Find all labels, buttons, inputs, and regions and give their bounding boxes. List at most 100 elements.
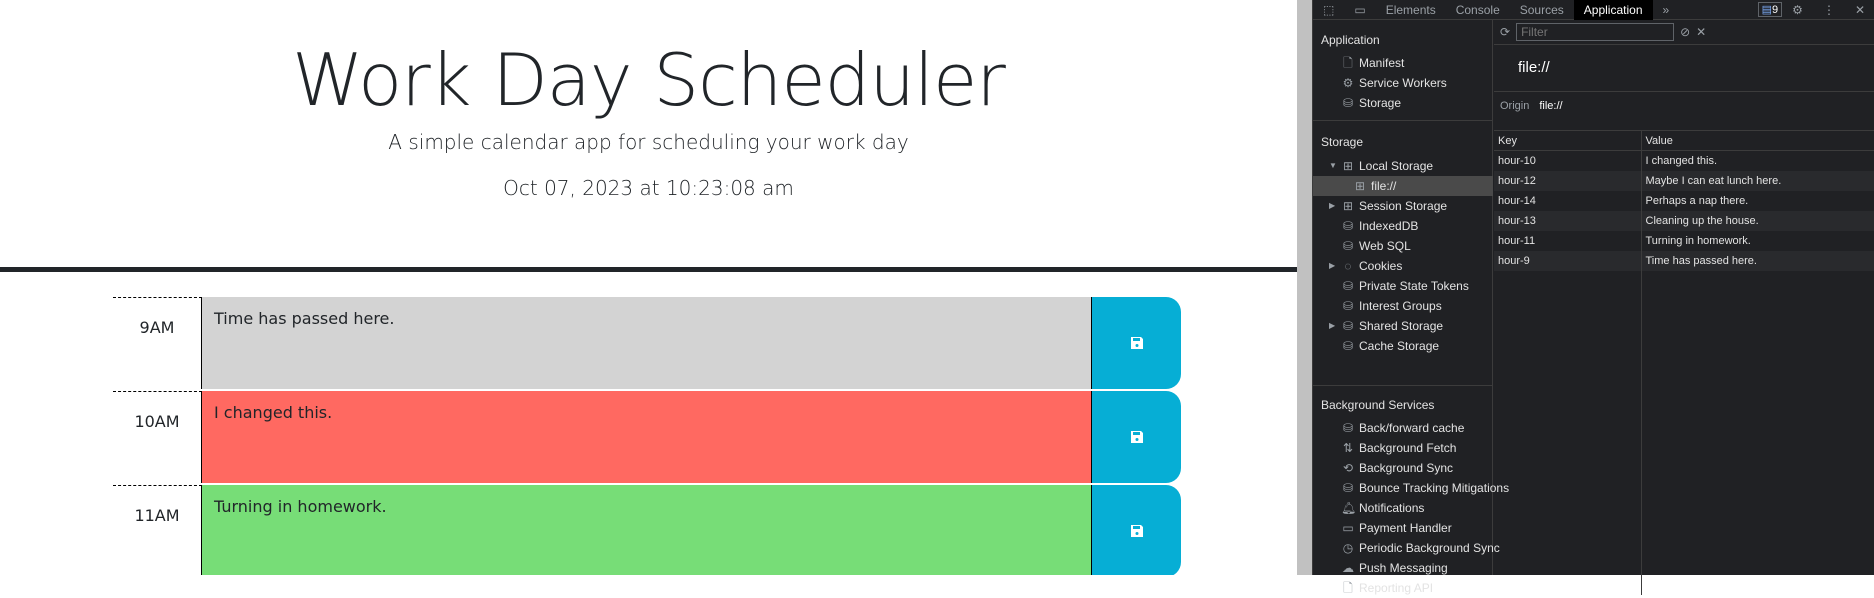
delete-selected-icon[interactable]: ✕ <box>1696 25 1706 39</box>
sidebar-item-manifest[interactable]: 🗋 Manifest <box>1341 53 1493 73</box>
sidebar-item-reporting-api[interactable]: 🗋 Reporting API <box>1341 578 1493 598</box>
sidebar-item-payment-handler[interactable]: ▭ Payment Handler <box>1341 518 1493 538</box>
sidebar-item-back-forward-cache[interactable]: ⛁ Back/forward cache <box>1341 418 1493 438</box>
filter-input[interactable] <box>1516 23 1675 41</box>
tab-elements[interactable]: Elements <box>1376 0 1446 20</box>
expand-arrow-icon[interactable]: ▶ <box>1329 196 1335 216</box>
sidebar-item-icon: ⊞ <box>1354 179 1366 193</box>
sidebar-item-icon: 🔔︎ <box>1341 501 1357 515</box>
sidebar-item-icon: ⛁ <box>1342 481 1354 495</box>
key-cell[interactable]: hour-10 <box>1494 150 1642 171</box>
inspect-icon[interactable]: ⬚ <box>1313 0 1344 20</box>
table-row[interactable]: hour-9 Time has passed here. <box>1494 250 1874 271</box>
sidebar-item-session-storage[interactable]: ▶ ⊞ Session Storage <box>1329 196 1493 216</box>
save-icon <box>1130 431 1143 443</box>
clear-all-icon[interactable]: ⊘ <box>1680 25 1690 39</box>
sidebar-item-notifications[interactable]: 🔔︎ Notifications <box>1341 498 1493 518</box>
sidebar-item-icon: ⛁ <box>1342 299 1354 313</box>
sidebar-item-bounce-tracking-mitigations[interactable]: ⛁ Bounce Tracking Mitigations <box>1341 478 1509 498</box>
sidebar-item-icon: ⇅ <box>1342 441 1354 455</box>
event-textarea[interactable]: Turning in homework. <box>202 485 1092 575</box>
sidebar-item-icon: ⊞ <box>1342 159 1354 173</box>
sidebar-item-periodic-background-sync[interactable]: ◷ Periodic Background Sync <box>1341 538 1500 558</box>
key-cell[interactable]: hour-11 <box>1494 230 1642 251</box>
divider <box>1313 385 1493 386</box>
key-cell[interactable]: hour-12 <box>1494 170 1642 191</box>
sidebar-item-icon: ⛁ <box>1342 279 1354 293</box>
value-cell[interactable]: Turning in homework. <box>1641 230 1874 251</box>
sidebar-item-cache-storage[interactable]: ⛁ Cache Storage <box>1341 336 1493 356</box>
sidebar-item-background-sync[interactable]: ⟲ Background Sync <box>1341 458 1493 478</box>
column-header-value[interactable]: Value <box>1641 130 1874 151</box>
sidebar-item-file[interactable]: ⊞ file:// <box>1313 176 1493 196</box>
event-textarea[interactable]: Time has passed here. <box>202 297 1092 389</box>
sidebar-item-icon: ⟲ <box>1342 461 1354 475</box>
event-textarea[interactable]: I changed this. <box>202 391 1092 483</box>
value-cell[interactable]: Perhaps a nap there. <box>1641 190 1874 211</box>
expand-arrow-icon[interactable]: ▶ <box>1329 316 1335 336</box>
table-row[interactable]: hour-10 I changed this. <box>1494 150 1874 171</box>
issues-icon: ▤ <box>1761 4 1773 16</box>
expand-arrow-icon[interactable]: ▶ <box>1329 256 1335 276</box>
time-block: 11AM Turning in homework. <box>113 485 1181 575</box>
close-icon[interactable]: ✕ <box>1845 0 1874 20</box>
save-button[interactable] <box>1092 485 1181 575</box>
sidebar-item-icon: ▭ <box>1342 521 1354 535</box>
settings-icon[interactable]: ⚙ <box>1782 0 1813 20</box>
key-cell[interactable]: hour-13 <box>1494 210 1642 231</box>
time-block: 10AM I changed this. <box>113 391 1181 483</box>
hour-label: 10AM <box>113 391 202 483</box>
value-cell[interactable]: I changed this. <box>1641 150 1874 171</box>
hour-label: 11AM <box>113 485 202 575</box>
sidebar-item-interest-groups[interactable]: ⛁ Interest Groups <box>1341 296 1493 316</box>
table-row[interactable]: hour-12 Maybe I can eat lunch here. <box>1494 170 1874 191</box>
column-header-key[interactable]: Key <box>1494 130 1642 151</box>
key-cell[interactable]: hour-9 <box>1494 250 1642 271</box>
page-scrollbar[interactable] <box>1297 0 1312 575</box>
table-row[interactable]: hour-11 Turning in homework. <box>1494 230 1874 251</box>
section-heading-background-services: Background Services <box>1321 398 1435 412</box>
save-button[interactable] <box>1092 297 1181 389</box>
tab-console[interactable]: Console <box>1446 0 1510 20</box>
sidebar-item-service-workers[interactable]: ⚙ Service Workers <box>1341 73 1493 93</box>
section-heading-storage: Storage <box>1321 135 1364 149</box>
device-toggle-icon[interactable]: ▭ <box>1344 0 1375 20</box>
sidebar-item-icon: ⛁ <box>1342 339 1354 353</box>
sidebar-item-icon: ⛁ <box>1342 96 1354 110</box>
sidebar-item-cookies[interactable]: ▶ ◌ Cookies <box>1329 256 1493 276</box>
sidebar-item-shared-storage[interactable]: ▶ ⛁ Shared Storage <box>1329 316 1493 336</box>
local-storage-table: Key Value hour-10 I changed this. hour-12 Ma… <box>1494 130 1874 271</box>
tab-sources[interactable]: Sources <box>1510 0 1574 20</box>
sidebar-item-icon: ☁ <box>1342 561 1354 575</box>
key-cell[interactable]: hour-14 <box>1494 190 1642 211</box>
more-options-icon[interactable]: ⋮ <box>1813 0 1845 20</box>
header-divider <box>0 267 1297 272</box>
devtools-tabbar: ⬚ ▭ Elements Console Sources Application… <box>1313 0 1874 20</box>
sidebar-item-local-storage[interactable]: ▼ ⊞ Local Storage <box>1329 156 1493 176</box>
sidebar-item-icon: ◷ <box>1342 541 1354 555</box>
table-row[interactable]: hour-13 Cleaning up the house. <box>1494 210 1874 231</box>
hour-label: 9AM <box>113 297 202 389</box>
sidebar-item-background-fetch[interactable]: ⇅ Background Fetch <box>1341 438 1493 458</box>
sidebar-item-storage[interactable]: ⛁ Storage <box>1341 93 1493 113</box>
save-button[interactable] <box>1092 391 1181 483</box>
more-tabs-icon[interactable]: » <box>1653 0 1680 20</box>
value-cell[interactable]: Cleaning up the house. <box>1641 210 1874 231</box>
tab-application[interactable]: Application <box>1573 0 1653 20</box>
sidebar-item-icon: ⛁ <box>1342 239 1354 253</box>
devtools-panel: ⬚ ▭ Elements Console Sources Application… <box>1312 0 1874 595</box>
issues-badge[interactable]: ▤9 <box>1757 2 1783 17</box>
value-cell[interactable]: Time has passed here. <box>1641 250 1874 271</box>
expand-arrow-icon[interactable]: ▼ <box>1329 156 1337 176</box>
origin-header: file:// <box>1494 45 1874 92</box>
sidebar-item-icon: ⛁ <box>1342 219 1354 233</box>
sidebar-item-web-sql[interactable]: ⛁ Web SQL <box>1341 236 1493 256</box>
table-row[interactable]: hour-14 Perhaps a nap there. <box>1494 190 1874 211</box>
value-cell[interactable]: Maybe I can eat lunch here. <box>1641 170 1874 191</box>
storage-toolbar: ⟳ ⊘ ✕ <box>1494 20 1874 45</box>
sidebar-item-indexeddb[interactable]: ⛁ IndexedDB <box>1341 216 1493 236</box>
refresh-icon[interactable]: ⟳ <box>1500 25 1510 39</box>
sidebar-item-private-state-tokens[interactable]: ⛁ Private State Tokens <box>1341 276 1493 296</box>
sidebar-item-push-messaging[interactable]: ☁ Push Messaging <box>1341 558 1493 578</box>
page-title: Work Day Scheduler <box>292 38 1006 122</box>
